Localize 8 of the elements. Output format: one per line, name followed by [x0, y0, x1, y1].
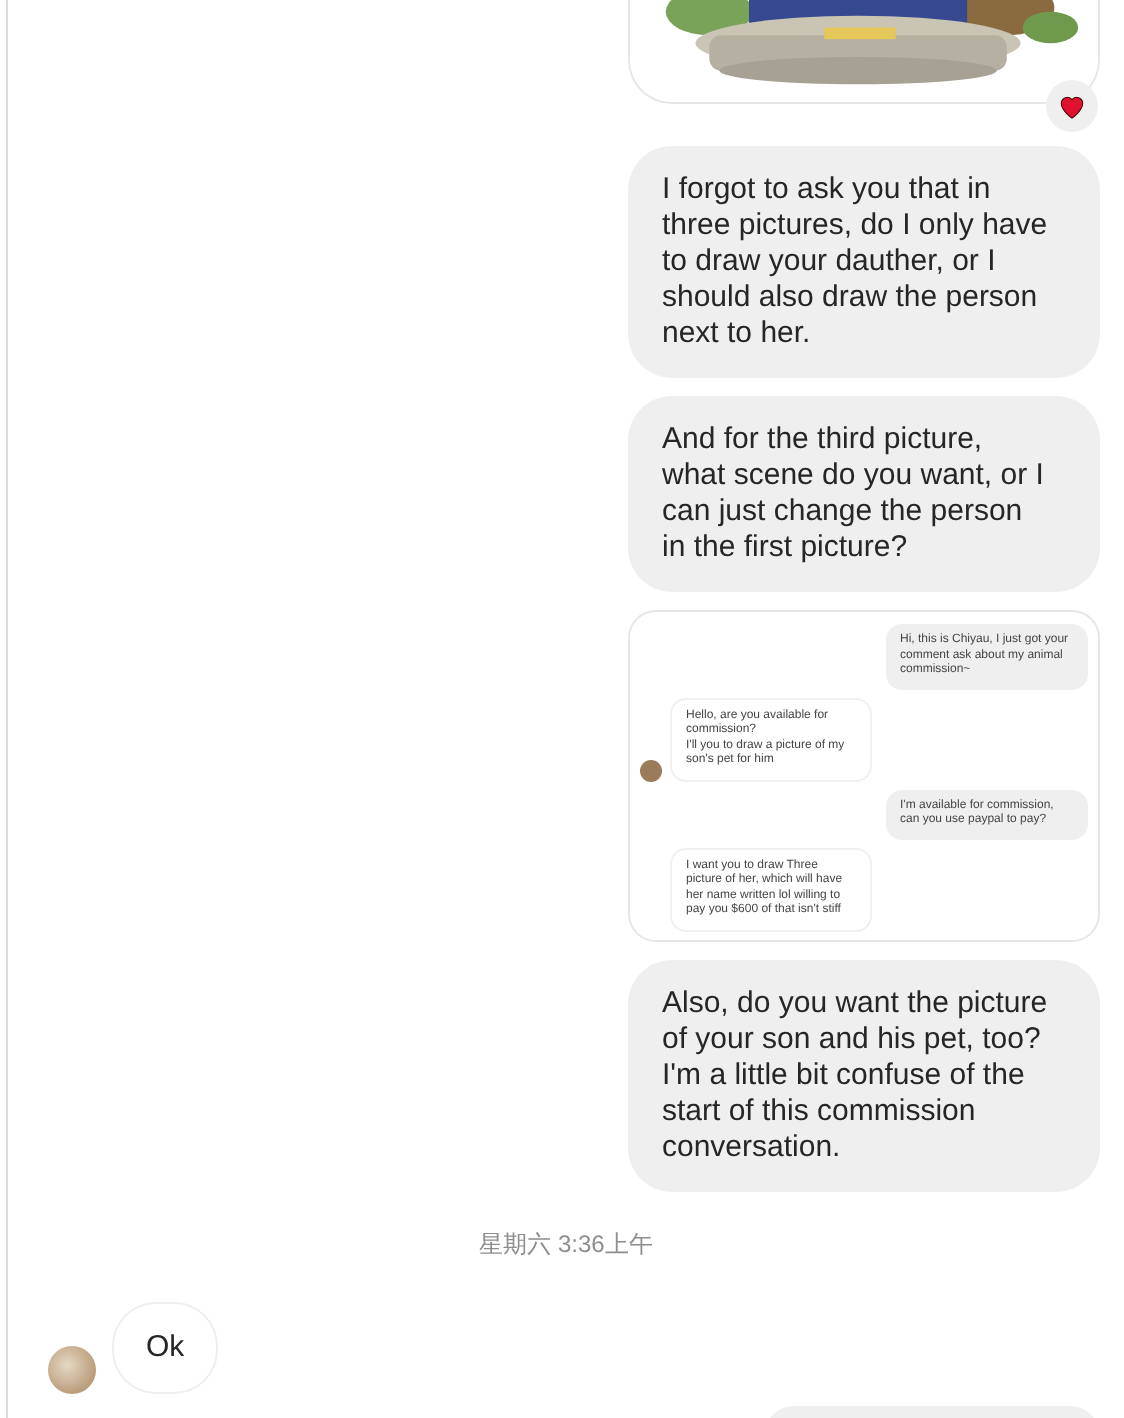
message-bubble: Also, do you want the picture of your son and his pet, too? I'm a little bit confuse of the start of this commission conversation.	[628, 960, 1100, 1192]
message-bubble: I forgot to ask you that in three pictures, do I only have to draw your dauther, or I should also draw the person next to her.	[628, 146, 1100, 378]
screenshot-message[interactable]	[628, 610, 1100, 942]
heart-reaction-icon[interactable]	[1046, 80, 1098, 132]
avatar-icon	[640, 759, 662, 781]
message-bubble: And for the third picture, what scene do you want, or I can just change the person in the first picture?	[628, 396, 1100, 592]
message-bubble: Ok	[112, 1302, 219, 1394]
timestamp: 星期六 3:36上午	[477, 1228, 655, 1262]
